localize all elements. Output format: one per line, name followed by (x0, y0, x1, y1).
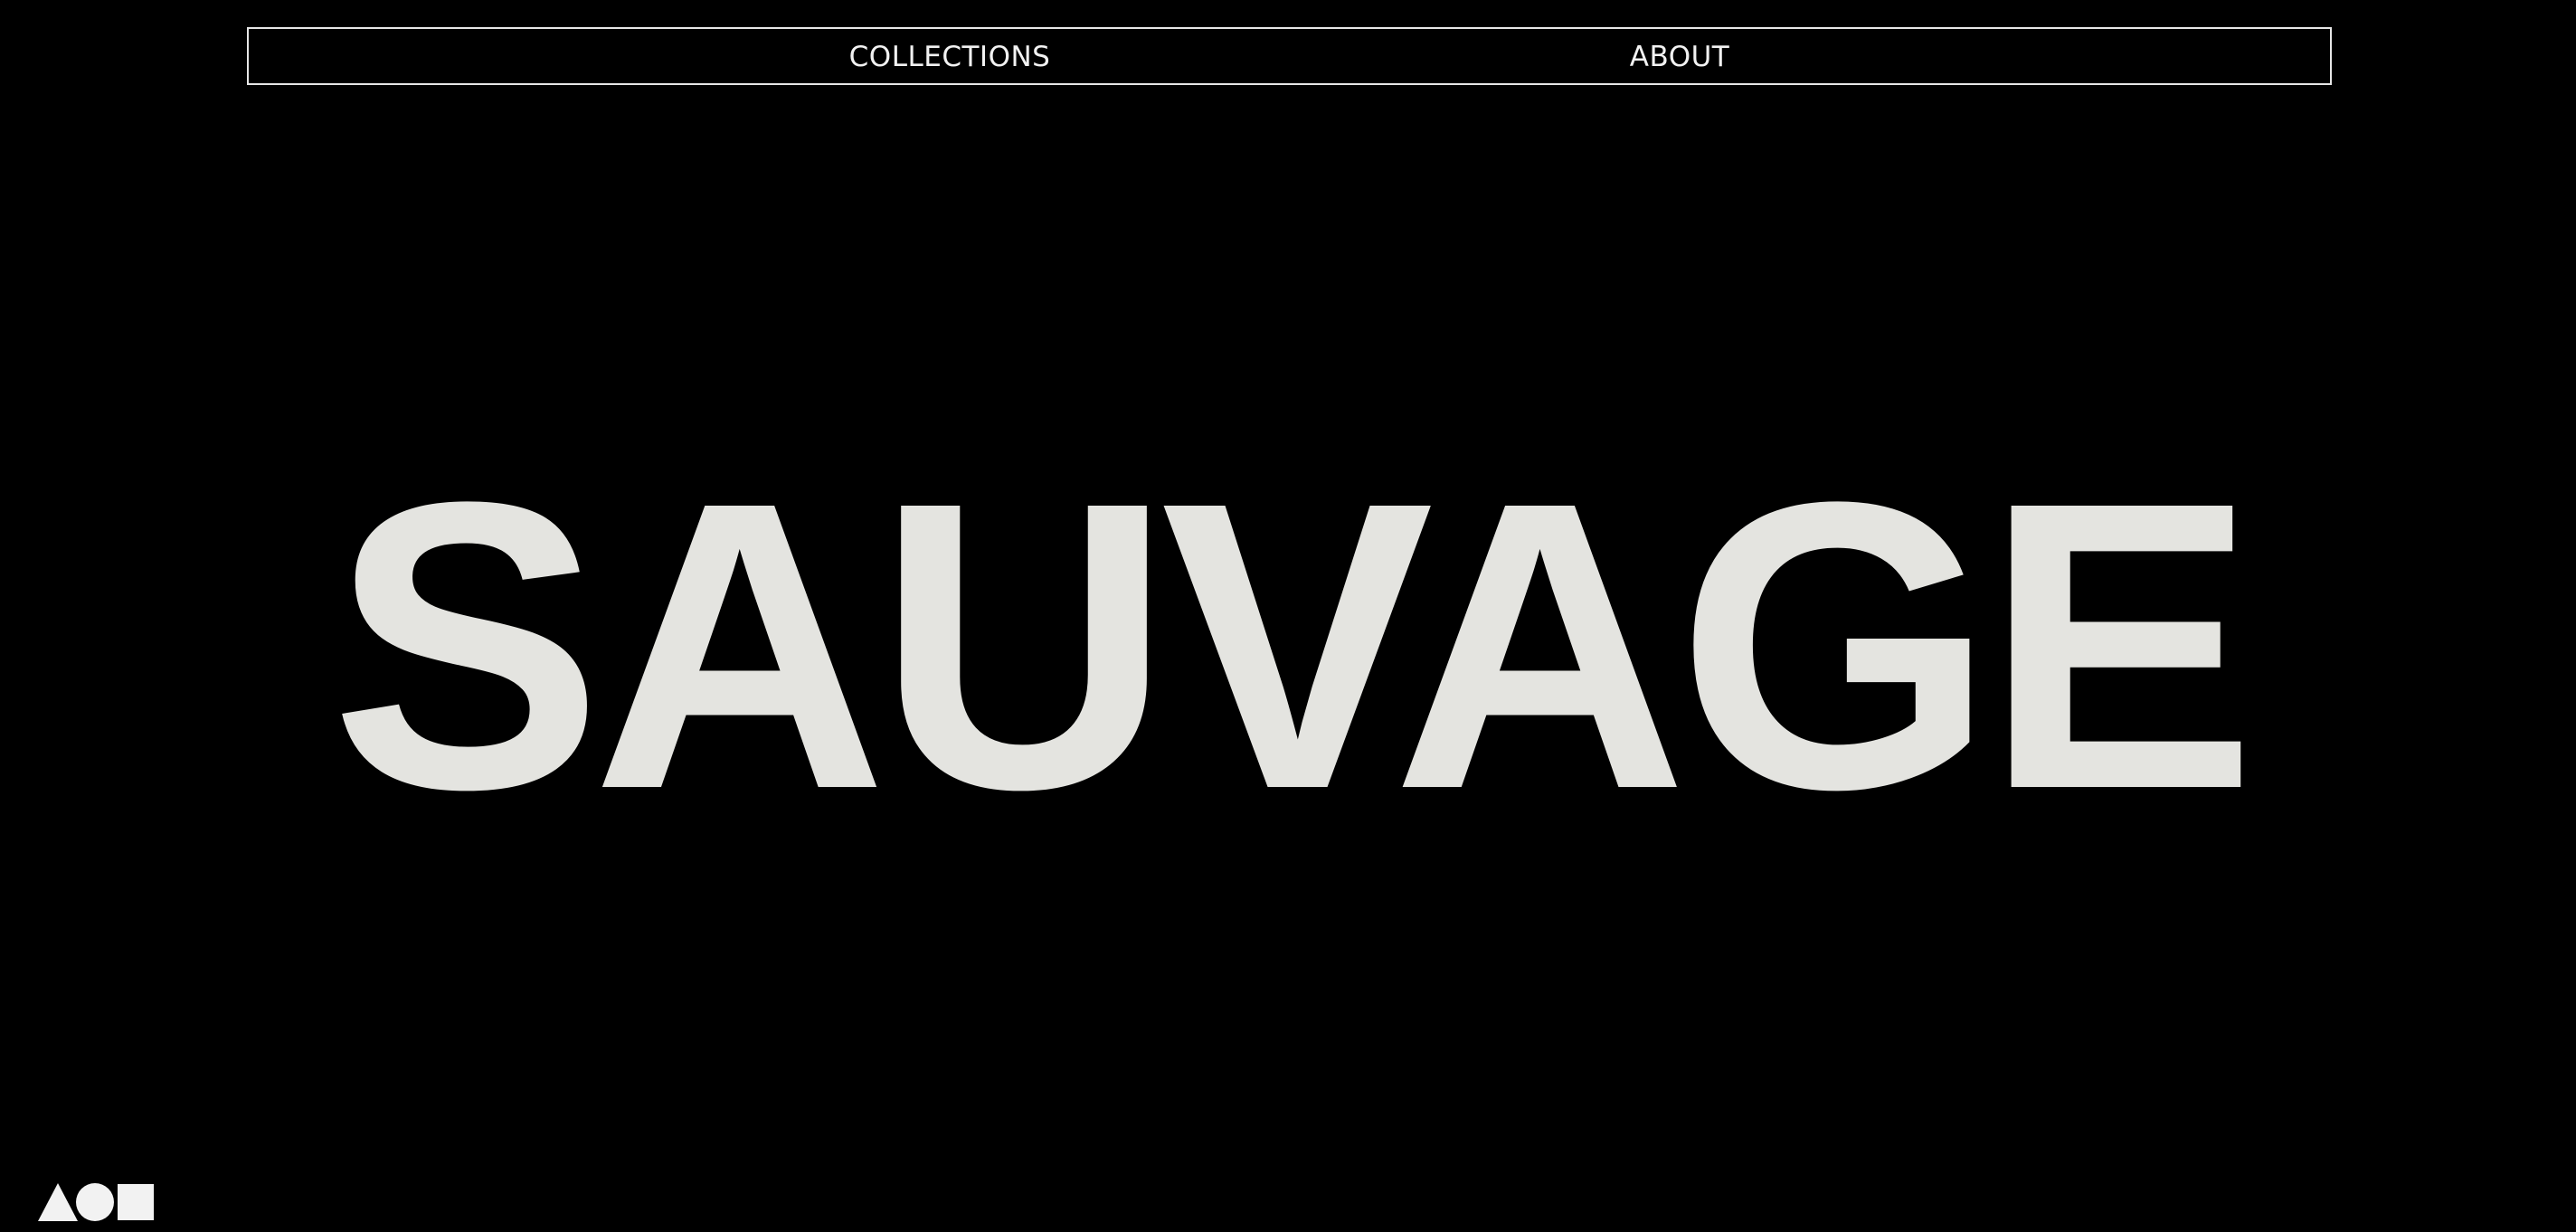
nav-link-about[interactable]: ABOUT (1630, 29, 1729, 83)
nav-link-collections[interactable]: COLLECTIONS (849, 29, 1051, 83)
main-navigation: COLLECTIONS ABOUT (247, 27, 2332, 85)
brand-logo[interactable] (38, 1183, 154, 1221)
triangle-icon (38, 1183, 78, 1221)
square-icon (118, 1184, 154, 1220)
hero-title: SAUVAGE (330, 417, 2257, 874)
circle-icon (76, 1183, 114, 1221)
